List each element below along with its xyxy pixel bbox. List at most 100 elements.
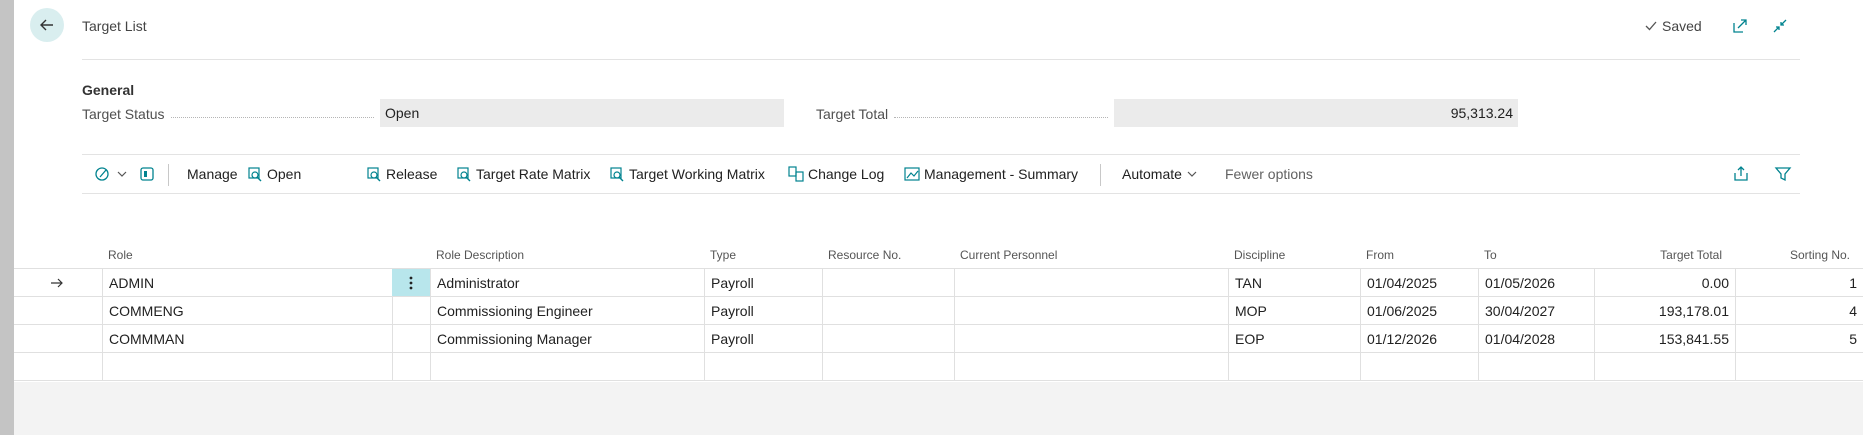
cell-from[interactable]: 01/12/2026	[1360, 325, 1478, 353]
table-row-new[interactable]	[14, 353, 1863, 381]
arrow-left-icon	[40, 19, 53, 31]
collapse-icon[interactable]	[1770, 16, 1790, 36]
cell-role[interactable]: ADMIN	[102, 269, 392, 297]
target-rate-matrix-label: Target Rate Matrix	[476, 166, 591, 182]
cell-sorting-no[interactable]: 1	[1735, 269, 1863, 297]
general-heading: General	[82, 82, 135, 98]
share-icon[interactable]	[1732, 165, 1750, 183]
column-header-sorting-no[interactable]: Sorting No.	[1740, 248, 1850, 262]
management-summary-label: Management - Summary	[924, 166, 1079, 182]
search-document-icon	[457, 167, 471, 182]
cell-resource-no[interactable]	[822, 269, 954, 297]
cell-role[interactable]: COMMENG	[102, 297, 392, 325]
open-label: Open	[267, 166, 302, 182]
page-title: Target List	[82, 18, 147, 34]
cell-current-personnel[interactable]	[954, 269, 1228, 297]
cell-target-total[interactable]: 153,841.55	[1594, 325, 1735, 353]
cell-role-description[interactable]	[430, 353, 704, 381]
cell-discipline[interactable]: EOP	[1228, 325, 1360, 353]
fewer-options-label: Fewer options	[1225, 166, 1313, 182]
management-summary-button[interactable]: Management - Summary	[904, 166, 1078, 182]
cell-to[interactable]: 01/05/2026	[1478, 269, 1594, 297]
target-rate-matrix-button[interactable]: Target Rate Matrix	[456, 166, 590, 182]
cell-row-actions[interactable]	[392, 325, 430, 353]
cell-target-total[interactable]: 193,178.01	[1594, 297, 1735, 325]
table-row[interactable]: COMMMAN Commissioning Manager Payroll EO…	[14, 325, 1863, 353]
column-header-current-personnel[interactable]: Current Personnel	[960, 248, 1057, 262]
cell-discipline[interactable]: MOP	[1228, 297, 1360, 325]
change-log-label: Change Log	[808, 166, 885, 182]
search-document-icon	[367, 167, 381, 182]
cell-to[interactable]: 30/04/2027	[1478, 297, 1594, 325]
cell-type[interactable]: Payroll	[704, 297, 822, 325]
automate-menu-button[interactable]: Automate	[1122, 166, 1198, 182]
cell-role-description[interactable]: Administrator	[430, 269, 704, 297]
checkmark-icon	[1645, 21, 1657, 31]
cell-type[interactable]	[704, 353, 822, 381]
automate-label: Automate	[1122, 166, 1182, 182]
cell-sorting-no[interactable]: 4	[1735, 297, 1863, 325]
column-header-target-total[interactable]: Target Total	[1600, 248, 1722, 262]
column-header-resource-no[interactable]: Resource No.	[828, 248, 901, 262]
cell-role[interactable]: COMMMAN	[102, 325, 392, 353]
cell-row-actions[interactable]	[392, 297, 430, 325]
column-header-role-description[interactable]: Role Description	[436, 248, 524, 262]
target-total-field: 95,313.24	[1114, 99, 1518, 127]
cell-resource-no[interactable]	[822, 353, 954, 381]
show-details-button[interactable]	[138, 165, 156, 183]
release-button[interactable]: Release	[366, 166, 437, 182]
fewer-options-button[interactable]: Fewer options	[1225, 166, 1313, 182]
manage-label: Manage	[187, 166, 238, 182]
filter-icon[interactable]	[1774, 165, 1792, 183]
manage-button[interactable]: Manage	[187, 166, 238, 182]
cell-row-actions[interactable]	[392, 353, 430, 381]
table-row[interactable]: COMMENG Commissioning Engineer Payroll M…	[14, 297, 1863, 325]
cell-role[interactable]	[102, 353, 392, 381]
cell-current-personnel[interactable]	[954, 353, 1228, 381]
back-button[interactable]	[30, 8, 64, 42]
page-panel: Target List Saved General Target Status …	[14, 0, 1863, 435]
open-button[interactable]: Open	[247, 166, 301, 182]
cell-type[interactable]: Payroll	[704, 269, 822, 297]
cell-resource-no[interactable]	[822, 297, 954, 325]
cell-from[interactable]	[1360, 353, 1478, 381]
cell-resource-no[interactable]	[822, 325, 954, 353]
column-header-from[interactable]: From	[1366, 248, 1394, 262]
cell-target-total[interactable]	[1594, 353, 1735, 381]
search-document-icon	[248, 167, 262, 182]
cell-to[interactable]: 01/04/2028	[1478, 325, 1594, 353]
cell-from[interactable]: 01/04/2025	[1360, 269, 1478, 297]
cell-sorting-no[interactable]	[1735, 353, 1863, 381]
release-label: Release	[386, 166, 438, 182]
column-header-type[interactable]: Type	[710, 248, 736, 262]
cell-discipline[interactable]: TAN	[1228, 269, 1360, 297]
cell-from[interactable]: 01/06/2025	[1360, 297, 1478, 325]
change-log-icon	[788, 166, 804, 182]
cell-to[interactable]	[1478, 353, 1594, 381]
header-divider	[82, 59, 1800, 60]
table-row[interactable]: ADMIN Administrator Payroll TAN 01/04/20…	[14, 269, 1863, 297]
current-row-arrow-icon	[50, 276, 64, 295]
column-header-role[interactable]: Role	[108, 248, 133, 262]
open-new-window-icon[interactable]	[1730, 16, 1750, 36]
cell-target-total[interactable]: 0.00	[1594, 269, 1735, 297]
cell-discipline[interactable]	[1228, 353, 1360, 381]
target-total-label: Target Total	[816, 106, 889, 122]
search-document-icon	[610, 167, 624, 182]
details-pane-icon	[140, 167, 154, 181]
new-menu-button[interactable]	[94, 165, 128, 183]
cell-role-description[interactable]: Commissioning Manager	[430, 325, 704, 353]
change-log-button[interactable]: Change Log	[788, 166, 884, 182]
cell-current-personnel[interactable]	[954, 325, 1228, 353]
target-working-matrix-button[interactable]: Target Working Matrix	[609, 166, 765, 182]
cell-type[interactable]: Payroll	[704, 325, 822, 353]
target-status-label: Target Status	[82, 106, 165, 122]
cell-role-description[interactable]: Commissioning Engineer	[430, 297, 704, 325]
column-header-to[interactable]: To	[1484, 248, 1497, 262]
dotted-leader	[170, 116, 374, 118]
cell-current-personnel[interactable]	[954, 297, 1228, 325]
target-status-field[interactable]: Open	[380, 99, 784, 127]
cell-sorting-no[interactable]: 5	[1735, 325, 1863, 353]
row-actions-button[interactable]	[392, 269, 430, 296]
column-header-discipline[interactable]: Discipline	[1234, 248, 1285, 262]
